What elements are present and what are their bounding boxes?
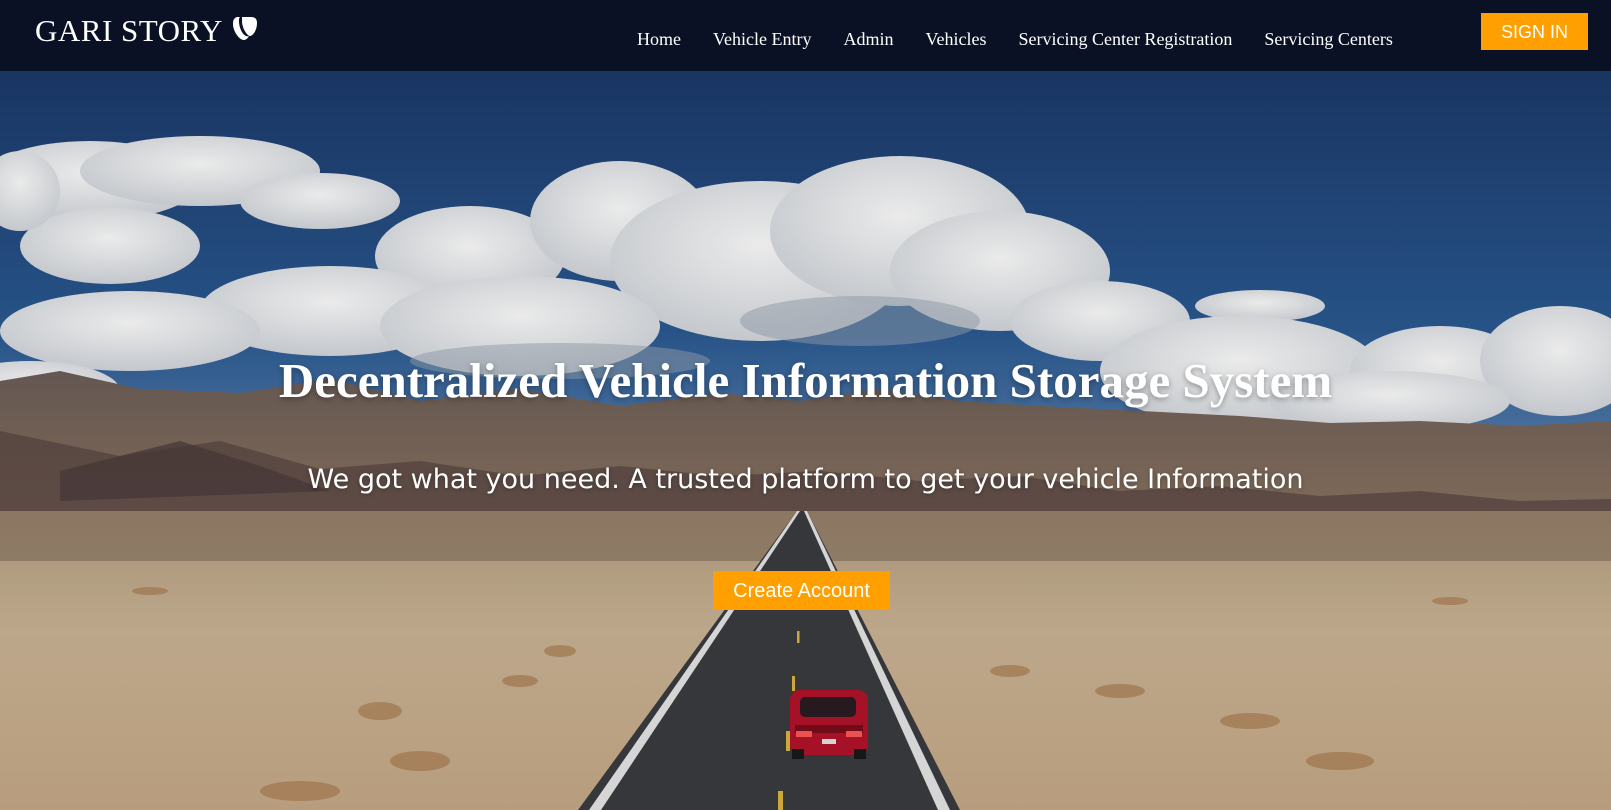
nav-menu: Home Vehicle Entry Admin Vehicles Servic… [637, 28, 1393, 50]
top-navbar: GARI STORY Home Vehicle Entry Admin Vehi… [0, 0, 1611, 71]
hero-section: Decentralized Vehicle Information Storag… [0, 71, 1611, 810]
nav-item-vehicles[interactable]: Vehicles [925, 28, 986, 50]
nav-item-servicing-centers[interactable]: Servicing Centers [1264, 28, 1392, 50]
nav-item-home[interactable]: Home [637, 28, 681, 50]
hero-title: Decentralized Vehicle Information Storag… [278, 353, 1333, 408]
create-account-button[interactable]: Create Account [713, 571, 890, 610]
nav-item-servicing-center-registration[interactable]: Servicing Center Registration [1018, 28, 1232, 50]
hero-background-image [0, 71, 1611, 810]
nav-item-admin[interactable]: Admin [843, 28, 893, 50]
nav-item-vehicle-entry[interactable]: Vehicle Entry [713, 28, 811, 50]
sign-in-button[interactable]: SIGN IN [1481, 13, 1588, 50]
brand[interactable]: GARI STORY [35, 14, 259, 48]
hero-subtitle: We got what you need. A trusted platform… [307, 464, 1304, 495]
brand-name[interactable]: GARI STORY [35, 14, 223, 48]
typo3-logo-icon [231, 15, 259, 43]
